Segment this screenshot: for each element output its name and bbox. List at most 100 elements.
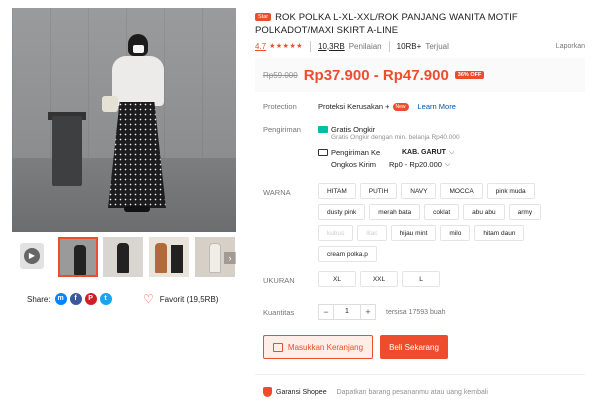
shipping-to-value[interactable]: KAB. GARUT	[402, 149, 446, 156]
protection-label: Protection	[263, 102, 297, 111]
thumbnail-video[interactable]: ▶	[12, 237, 52, 277]
facebook-icon[interactable]: f	[69, 293, 82, 305]
variation-option: kubus	[318, 225, 354, 241]
free-shipping-label: Gratis Ongkir	[331, 125, 376, 134]
report-link[interactable]: Laporkan	[556, 43, 585, 50]
stock-text: tersisa 17593 buah	[386, 308, 446, 316]
shipping-to-label: Pengiriman Ke	[331, 148, 381, 157]
thumb-figure-2	[171, 245, 183, 273]
free-shipping: Gratis Ongkir	[318, 125, 375, 134]
guarantee-title[interactable]: Garansi Shopee	[276, 389, 327, 396]
variation-option[interactable]: abu abu	[463, 204, 505, 220]
protection-value: Proteksi Kerusakan +	[318, 102, 390, 111]
shipping-destination: Pengiriman Ke KAB. GARUT ⌵	[318, 148, 454, 157]
cart-icon	[272, 342, 283, 352]
variation-option[interactable]: hijau mint	[390, 225, 437, 241]
chevron-down-icon[interactable]: ⌵	[445, 161, 450, 169]
size-label: UKURAN	[263, 276, 295, 285]
twitter-icon[interactable]: t	[99, 293, 112, 305]
variation-option[interactable]: NAVY	[401, 183, 437, 199]
product-title-row: Star ROK POLKA L-XL-XXL/ROK PANJANG WANIT…	[255, 11, 585, 37]
rating-value[interactable]: 4.7	[255, 42, 266, 51]
sold-count: 10RB+	[396, 41, 422, 51]
original-price: Rp59.000	[263, 70, 298, 80]
thumb-figure	[155, 243, 167, 273]
variation-option[interactable]: hitam daun	[474, 225, 525, 241]
thumb-figure	[117, 243, 129, 273]
protection-row: Proteksi Kerusakan + New Learn More	[318, 102, 456, 111]
variation-option[interactable]: merah bata	[369, 204, 421, 220]
guarantee-row: Garansi Shopee Dapatkan barang pesananmu…	[263, 387, 488, 397]
variation-option[interactable]: coklat	[424, 204, 460, 220]
divider	[388, 40, 390, 52]
size-option[interactable]: XL	[318, 271, 356, 287]
reviews-label: Penilaian	[348, 41, 382, 51]
shipping-cost: Ongkos Kirim Rp0 - Rp20.000 ⌵	[331, 160, 450, 169]
quantity-input[interactable]: 1	[334, 304, 360, 320]
variation-option[interactable]: army	[508, 204, 542, 220]
size-option[interactable]: L	[402, 271, 440, 287]
image-bin	[52, 116, 82, 186]
current-price: Rp37.900 - Rp47.900	[303, 66, 449, 84]
messenger-icon[interactable]: m	[54, 293, 67, 305]
free-shipping-truck-icon	[318, 126, 328, 133]
reviews-count[interactable]: 10,3RB	[318, 42, 345, 51]
star-badge: Star	[255, 13, 272, 21]
sold-label: Terjual	[425, 41, 449, 51]
quantity-stepper: − 1 + tersisa 17593 buah	[318, 304, 446, 320]
thumbnail-3[interactable]	[149, 237, 189, 277]
product-page: ▶ › Share: m f P t ♡ Favorit (19,5RB) St…	[0, 0, 600, 412]
buy-now-button[interactable]: Beli Sekarang	[380, 335, 448, 359]
divider	[310, 40, 312, 52]
variation-option[interactable]: MOCCA	[440, 183, 483, 199]
variation-option[interactable]: cream polka.p	[318, 246, 377, 262]
variation-option[interactable]: PUTIH	[359, 183, 398, 199]
model-mask	[133, 45, 144, 53]
share-label: Share:	[27, 294, 51, 304]
rating-stars: ★★★★★	[269, 43, 304, 50]
heart-icon: ♡	[143, 292, 154, 306]
price-box: Rp59.000 Rp37.900 - Rp47.900 36% OFF	[255, 58, 585, 92]
thumb-figure	[74, 245, 86, 275]
shipping-cost-value[interactable]: Rp0 - Rp20.000	[389, 160, 442, 169]
play-icon[interactable]: ▶	[24, 248, 40, 264]
quantity-increment-button[interactable]: +	[360, 304, 376, 320]
thumbnail-1[interactable]	[58, 237, 98, 277]
quantity-label: Kuantitas	[263, 308, 295, 317]
shipping-label: Pengiriman	[263, 125, 301, 134]
shipping-cost-label: Ongkos Kirim	[331, 160, 377, 169]
chevron-right-icon[interactable]: ›	[224, 252, 236, 264]
thumbnail-2[interactable]	[103, 237, 143, 277]
guarantee-subtitle: Dapatkan barang pesananmu atau uang kemb…	[336, 388, 488, 396]
variation-option[interactable]: dusty pink	[318, 204, 366, 220]
add-to-cart-button[interactable]: Masukkan Keranjang	[263, 335, 373, 359]
product-main-image[interactable]	[12, 8, 236, 232]
thumbnail-strip: ▶	[12, 237, 236, 277]
product-title: ROK POLKA L-XL-XXL/ROK PANJANG WANITA MO…	[255, 12, 518, 36]
favorite-button[interactable]: ♡ Favorit (19,5RB)	[143, 292, 218, 306]
pinterest-icon[interactable]: P	[84, 293, 97, 305]
shield-icon	[263, 387, 272, 397]
model-bag	[102, 96, 118, 112]
add-to-cart-label: Masukkan Keranjang	[287, 342, 364, 352]
size-options: XL XXL L	[318, 271, 444, 292]
share-row: Share: m f P t	[27, 292, 115, 306]
new-badge: New	[392, 102, 409, 111]
variation-option[interactable]: pink muda	[486, 183, 535, 199]
variation-options: HITAM PUTIH NAVY MOCCA pink muda dusty pink me…	[318, 183, 548, 267]
thumb-figure	[209, 243, 221, 273]
truck-icon	[318, 149, 328, 156]
divider	[255, 374, 585, 375]
product-meta: 4.7 ★★★★★ 10,3RB Penilaian 10RB+ Terjual…	[255, 40, 585, 52]
size-option[interactable]: XXL	[360, 271, 398, 287]
discount-badge: 36% OFF	[454, 71, 485, 79]
variation-label: WARNA	[263, 188, 291, 197]
model-top	[112, 56, 164, 106]
learn-more-link[interactable]: Learn More	[418, 102, 456, 111]
free-shipping-sub: Gratis Ongkir dengan min. belanja Rp40.0…	[331, 134, 460, 141]
chevron-down-icon[interactable]: ⌵	[449, 149, 454, 157]
variation-option[interactable]: milo	[440, 225, 471, 241]
variation-option[interactable]: HITAM	[318, 183, 356, 199]
quantity-decrement-button[interactable]: −	[318, 304, 334, 320]
model-shoes	[124, 206, 150, 212]
